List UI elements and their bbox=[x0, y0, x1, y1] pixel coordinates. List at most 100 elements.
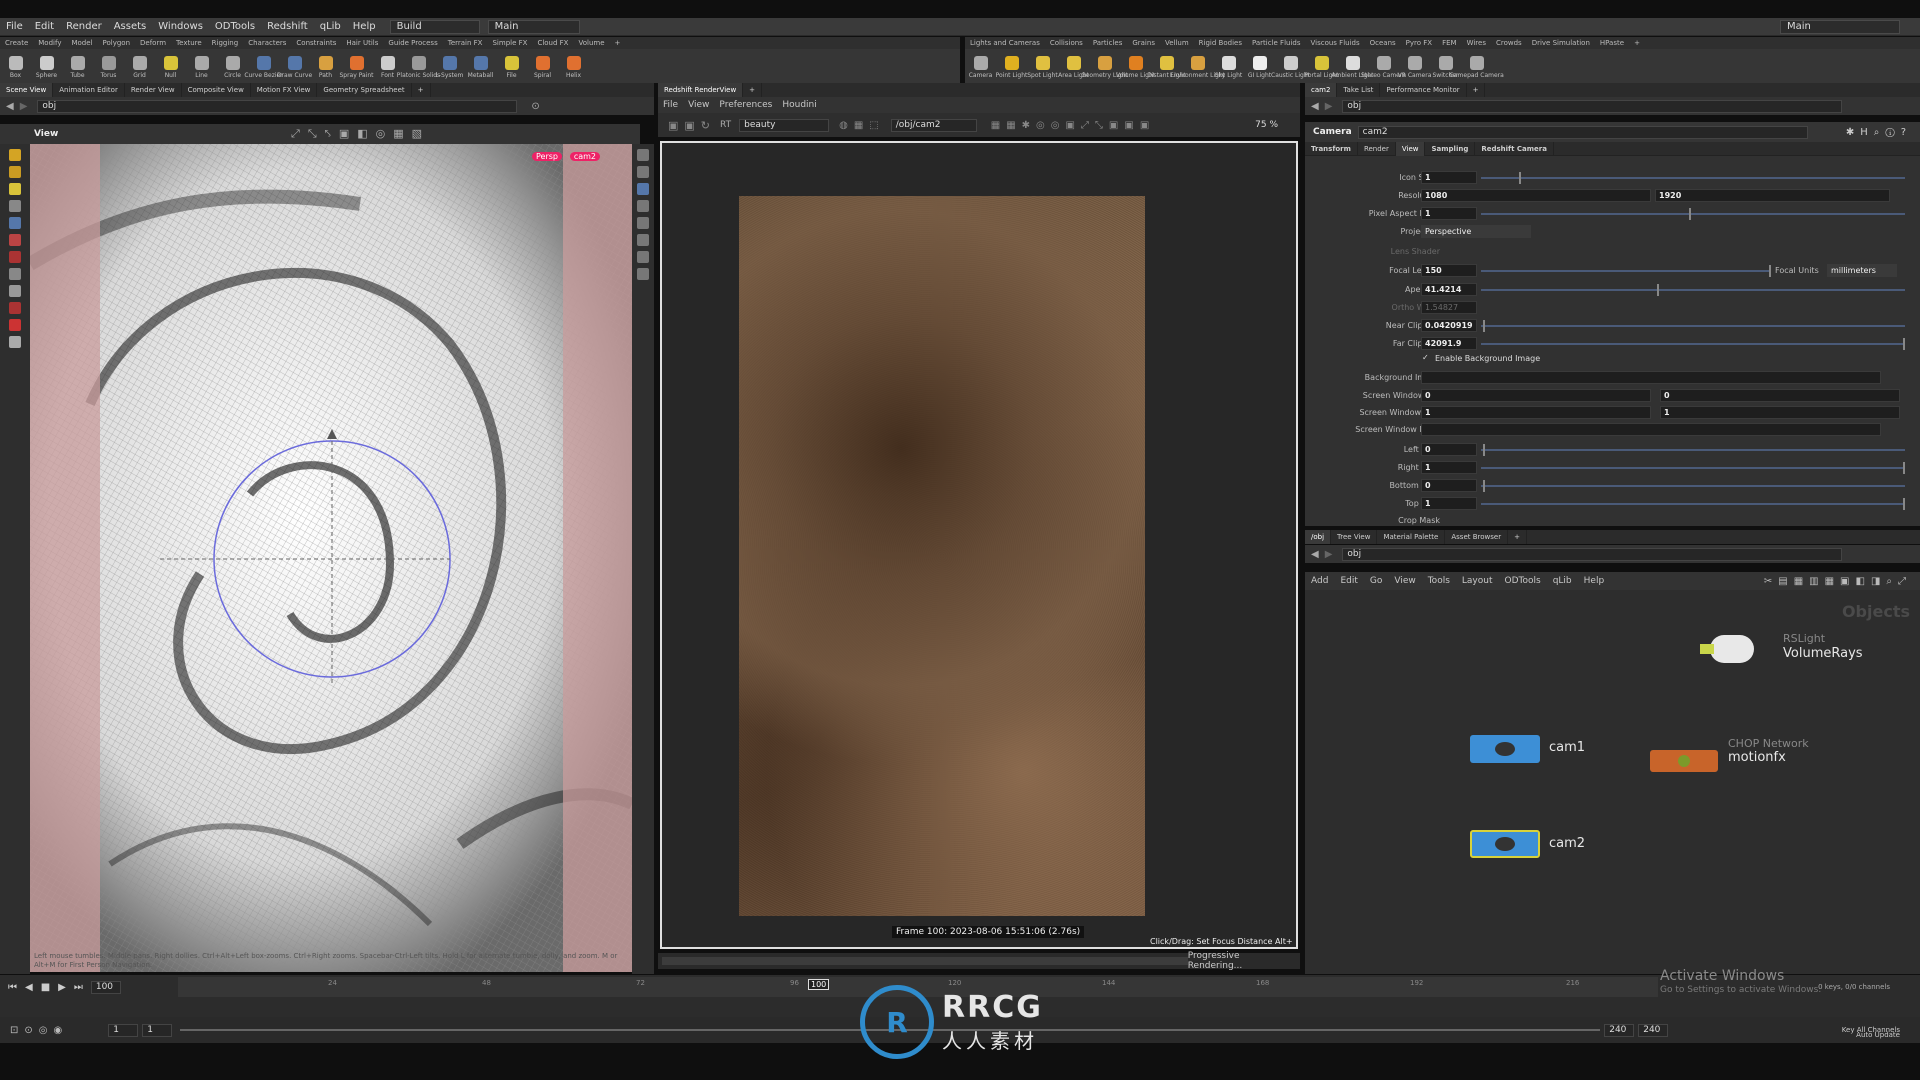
tab-redshift-renderview[interactable]: Redshift RenderView bbox=[658, 83, 744, 97]
shelf-tool-button[interactable]: Path bbox=[310, 53, 341, 79]
right-crop-field[interactable]: 1 bbox=[1421, 461, 1477, 474]
shelf-tab[interactable]: Model bbox=[66, 37, 97, 49]
tab-geometry-spreadsheet[interactable]: Geometry Spreadsheet bbox=[317, 83, 412, 97]
tab-render-view[interactable]: Render View bbox=[125, 83, 182, 97]
motionfx-node[interactable] bbox=[1650, 750, 1718, 772]
shelf-tool-button[interactable]: Metaball bbox=[465, 53, 496, 79]
tab-cam2[interactable]: cam2 bbox=[1305, 83, 1338, 97]
shelf-tab[interactable]: Constraints bbox=[291, 37, 341, 49]
shelf-tab[interactable]: Wires bbox=[1462, 37, 1491, 49]
add-shelf-tab-icon[interactable]: + bbox=[1629, 37, 1645, 49]
current-frame-field[interactable]: 100 bbox=[90, 981, 121, 994]
shelf-tool-button[interactable]: Line bbox=[186, 53, 217, 79]
left-crop-field[interactable]: 0 bbox=[1421, 443, 1477, 456]
top-crop-field[interactable]: 1 bbox=[1421, 497, 1477, 510]
shelf-tab[interactable]: Guide Process bbox=[383, 37, 442, 49]
display-option-icon[interactable] bbox=[637, 217, 649, 229]
screen-window-h-field[interactable]: 1 bbox=[1660, 406, 1900, 419]
shelf-tab[interactable]: Grains bbox=[1127, 37, 1160, 49]
forward-arrow-icon[interactable]: ▶ bbox=[20, 101, 28, 112]
enable-bg-checkbox[interactable]: ✓ bbox=[1422, 353, 1429, 362]
add-tab-icon[interactable]: + bbox=[743, 83, 763, 97]
projection-select[interactable]: Perspective bbox=[1421, 225, 1531, 238]
aperture-slider[interactable] bbox=[1481, 284, 1905, 296]
render-menu-view[interactable]: View bbox=[683, 100, 714, 110]
menu-help[interactable]: Help bbox=[347, 18, 382, 36]
display-option-icon[interactable] bbox=[637, 268, 649, 280]
stop-icon[interactable]: ■ bbox=[41, 982, 50, 993]
menu-odtools[interactable]: ODTools bbox=[209, 18, 261, 36]
shelf-tool-button[interactable]: Spray Paint bbox=[339, 53, 374, 79]
add-tab-icon[interactable]: + bbox=[412, 83, 431, 97]
net-menu-go[interactable]: Go bbox=[1364, 576, 1388, 586]
shelf-tab[interactable]: Particles bbox=[1088, 37, 1128, 49]
forward-arrow-icon[interactable]: ▶ bbox=[1325, 101, 1333, 112]
playhead-marker[interactable]: 100 bbox=[808, 979, 830, 990]
shelf-tab[interactable]: Lights and Cameras bbox=[965, 37, 1045, 49]
persp-badge[interactable]: Persp bbox=[532, 152, 562, 161]
menu-qlib[interactable]: qLib bbox=[314, 18, 347, 36]
scale-tool-icon[interactable] bbox=[9, 200, 21, 212]
menu-render[interactable]: Render bbox=[60, 18, 108, 36]
shelf-tool-button[interactable]: L-System bbox=[434, 53, 465, 79]
net-menu-tools[interactable]: Tools bbox=[1422, 576, 1456, 586]
shelf-tab[interactable]: Pyro FX bbox=[1401, 37, 1437, 49]
shelf-tab[interactable]: Rigid Bodies bbox=[1194, 37, 1247, 49]
far-clipping-slider[interactable] bbox=[1481, 338, 1905, 350]
render-controls-icons[interactable]: ▣▣↻ bbox=[668, 119, 716, 132]
shelf-tool-button[interactable]: Stereo Camera bbox=[1361, 53, 1406, 79]
tab-material-palette[interactable]: Material Palette bbox=[1377, 530, 1446, 544]
cam2-name[interactable]: cam2 bbox=[1549, 836, 1585, 851]
bottom-crop-slider[interactable] bbox=[1481, 480, 1905, 492]
tab-tree-view[interactable]: Tree View bbox=[1331, 530, 1378, 544]
render-menu-houdini[interactable]: Houdini bbox=[777, 100, 821, 110]
shelf-tab[interactable]: FEM bbox=[1437, 37, 1462, 49]
tab-view[interactable]: View bbox=[1395, 141, 1426, 156]
shelf-tab[interactable]: Vellum bbox=[1160, 37, 1194, 49]
pixel-aspect-slider[interactable] bbox=[1481, 208, 1905, 220]
play-icon[interactable]: ▶ bbox=[58, 982, 66, 993]
context-selector[interactable]: Main bbox=[487, 19, 580, 34]
render-region-icons[interactable]: ◍▦⬚ bbox=[839, 120, 885, 131]
shelf-tool-button[interactable]: Torus bbox=[93, 53, 124, 79]
net-menu-odtools[interactable]: ODTools bbox=[1499, 576, 1547, 586]
back-arrow-icon[interactable]: ◀ bbox=[1311, 549, 1319, 560]
shelf-tab[interactable]: Terrain FX bbox=[443, 37, 488, 49]
display-toggle-icons[interactable]: ▦▦✱◎◎▣⤢⤡▣▣▣ bbox=[991, 120, 1156, 131]
jump-end-icon[interactable]: ⏭ bbox=[74, 982, 83, 993]
scene-path-field[interactable]: obj bbox=[37, 99, 518, 113]
bg-image-field[interactable] bbox=[1421, 371, 1881, 384]
tab-obj[interactable]: /obj bbox=[1305, 530, 1332, 544]
display-option-icon[interactable] bbox=[637, 149, 649, 161]
tab-take-list[interactable]: Take List bbox=[1337, 83, 1381, 97]
tab-sampling[interactable]: Sampling bbox=[1425, 141, 1476, 156]
right-crop-slider[interactable] bbox=[1481, 462, 1905, 474]
top-crop-slider[interactable] bbox=[1481, 498, 1905, 510]
tab-redshift-camera[interactable]: Redshift Camera bbox=[1475, 141, 1554, 156]
shelf-tool-button[interactable]: Sky Light bbox=[1213, 53, 1244, 79]
pose-tool-icon[interactable] bbox=[9, 234, 21, 246]
volume-rays-name[interactable]: VolumeRays bbox=[1783, 646, 1863, 661]
rotate-tool-icon[interactable] bbox=[9, 183, 21, 195]
screen-window-y-field[interactable]: 0 bbox=[1660, 389, 1900, 402]
display-option-icon[interactable] bbox=[637, 234, 649, 246]
step-back-icon[interactable]: ◀ bbox=[25, 982, 33, 993]
forward-arrow-icon[interactable]: ▶ bbox=[1325, 549, 1333, 560]
shelf-tab[interactable]: Texture bbox=[171, 37, 207, 49]
screen-window-mask-field[interactable] bbox=[1421, 423, 1881, 436]
view-tool-icon[interactable] bbox=[9, 285, 21, 297]
tab-motion-fx-view[interactable]: Motion FX View bbox=[251, 83, 318, 97]
display-option-icon[interactable] bbox=[637, 200, 649, 212]
tab-transform[interactable]: Transform bbox=[1305, 141, 1358, 156]
shelf-tab[interactable]: Viscous Fluids bbox=[1306, 37, 1365, 49]
left-crop-slider[interactable] bbox=[1481, 444, 1905, 456]
tab-render[interactable]: Render bbox=[1358, 141, 1396, 156]
render-image[interactable] bbox=[739, 196, 1145, 916]
select-tool-icon[interactable] bbox=[9, 149, 21, 161]
pin-icon[interactable]: ⊙ bbox=[531, 101, 539, 112]
net-menu-help[interactable]: Help bbox=[1578, 576, 1611, 586]
menu-windows[interactable]: Windows bbox=[152, 18, 209, 36]
shelf-tool-button[interactable]: Spot Light bbox=[1027, 53, 1058, 79]
aov-select[interactable]: beauty bbox=[739, 118, 830, 132]
shelf-tool-button[interactable]: Platonic Solids bbox=[397, 53, 440, 79]
